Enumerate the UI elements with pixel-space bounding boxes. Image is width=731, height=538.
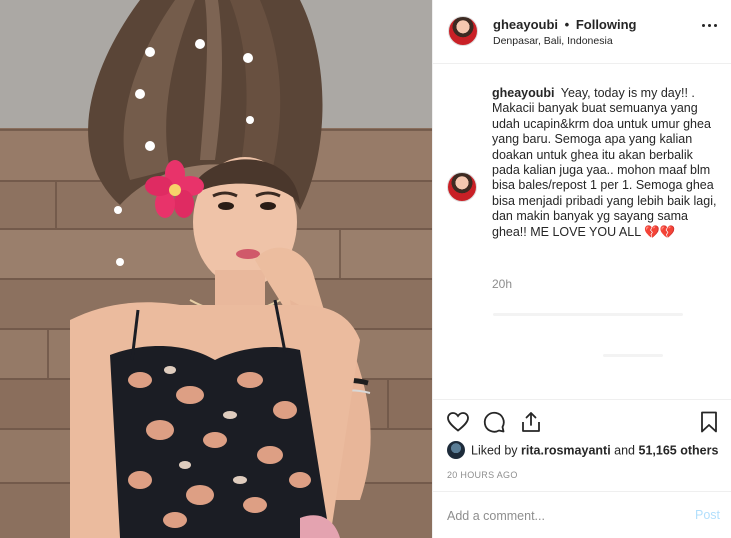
post-detail-panel: gheayoubi • Following Denpasar, Bali, In…: [432, 0, 731, 538]
caption-avatar[interactable]: [447, 172, 477, 202]
liker-username[interactable]: rita.rosmayanti: [521, 443, 611, 457]
post-timestamp[interactable]: 20 HOURS AGO: [447, 470, 518, 480]
photo-illustration: [0, 0, 432, 538]
author-username[interactable]: gheayoubi: [493, 17, 558, 32]
bookmark-icon[interactable]: [697, 410, 721, 434]
author-row: gheayoubi • Following: [493, 17, 636, 32]
likes-others-link[interactable]: 51,165 others: [639, 443, 719, 457]
caption-emoji: 💔💔: [644, 224, 676, 239]
post-comment-button[interactable]: Post: [695, 508, 720, 522]
faint-divider-2: [603, 354, 663, 357]
comment-icon[interactable]: [482, 410, 506, 434]
header-separator: •: [564, 17, 570, 32]
share-icon[interactable]: [519, 410, 543, 434]
likes-prefix: Liked by: [471, 443, 518, 458]
caption-section: gheayoubi Yeay, today is my day!! . Maka…: [433, 64, 731, 399]
post-location[interactable]: Denpasar, Bali, Indonesia: [493, 35, 613, 47]
heart-icon[interactable]: [446, 410, 470, 434]
caption-username[interactable]: gheayoubi: [492, 86, 555, 100]
likes-connector: and: [614, 443, 636, 458]
likes-summary: Liked by rita.rosmayanti and 51,165 othe…: [447, 441, 719, 462]
post-header: gheayoubi • Following Denpasar, Bali, In…: [433, 0, 731, 64]
faint-divider: [493, 313, 683, 316]
action-bar: [433, 399, 731, 444]
following-button[interactable]: Following: [576, 17, 637, 32]
author-avatar[interactable]: [448, 16, 478, 46]
more-options-icon[interactable]: [702, 24, 718, 30]
caption-age: 20h: [492, 277, 513, 291]
caption: gheayoubi Yeay, today is my day!! . Maka…: [492, 86, 722, 240]
caption-text: Yeay, today is my day!! . Makacii banyak…: [492, 86, 717, 239]
liker-avatar[interactable]: [447, 441, 465, 459]
comment-input[interactable]: [447, 507, 667, 525]
comment-bar: Post: [433, 491, 731, 538]
post-photo[interactable]: [0, 0, 432, 538]
